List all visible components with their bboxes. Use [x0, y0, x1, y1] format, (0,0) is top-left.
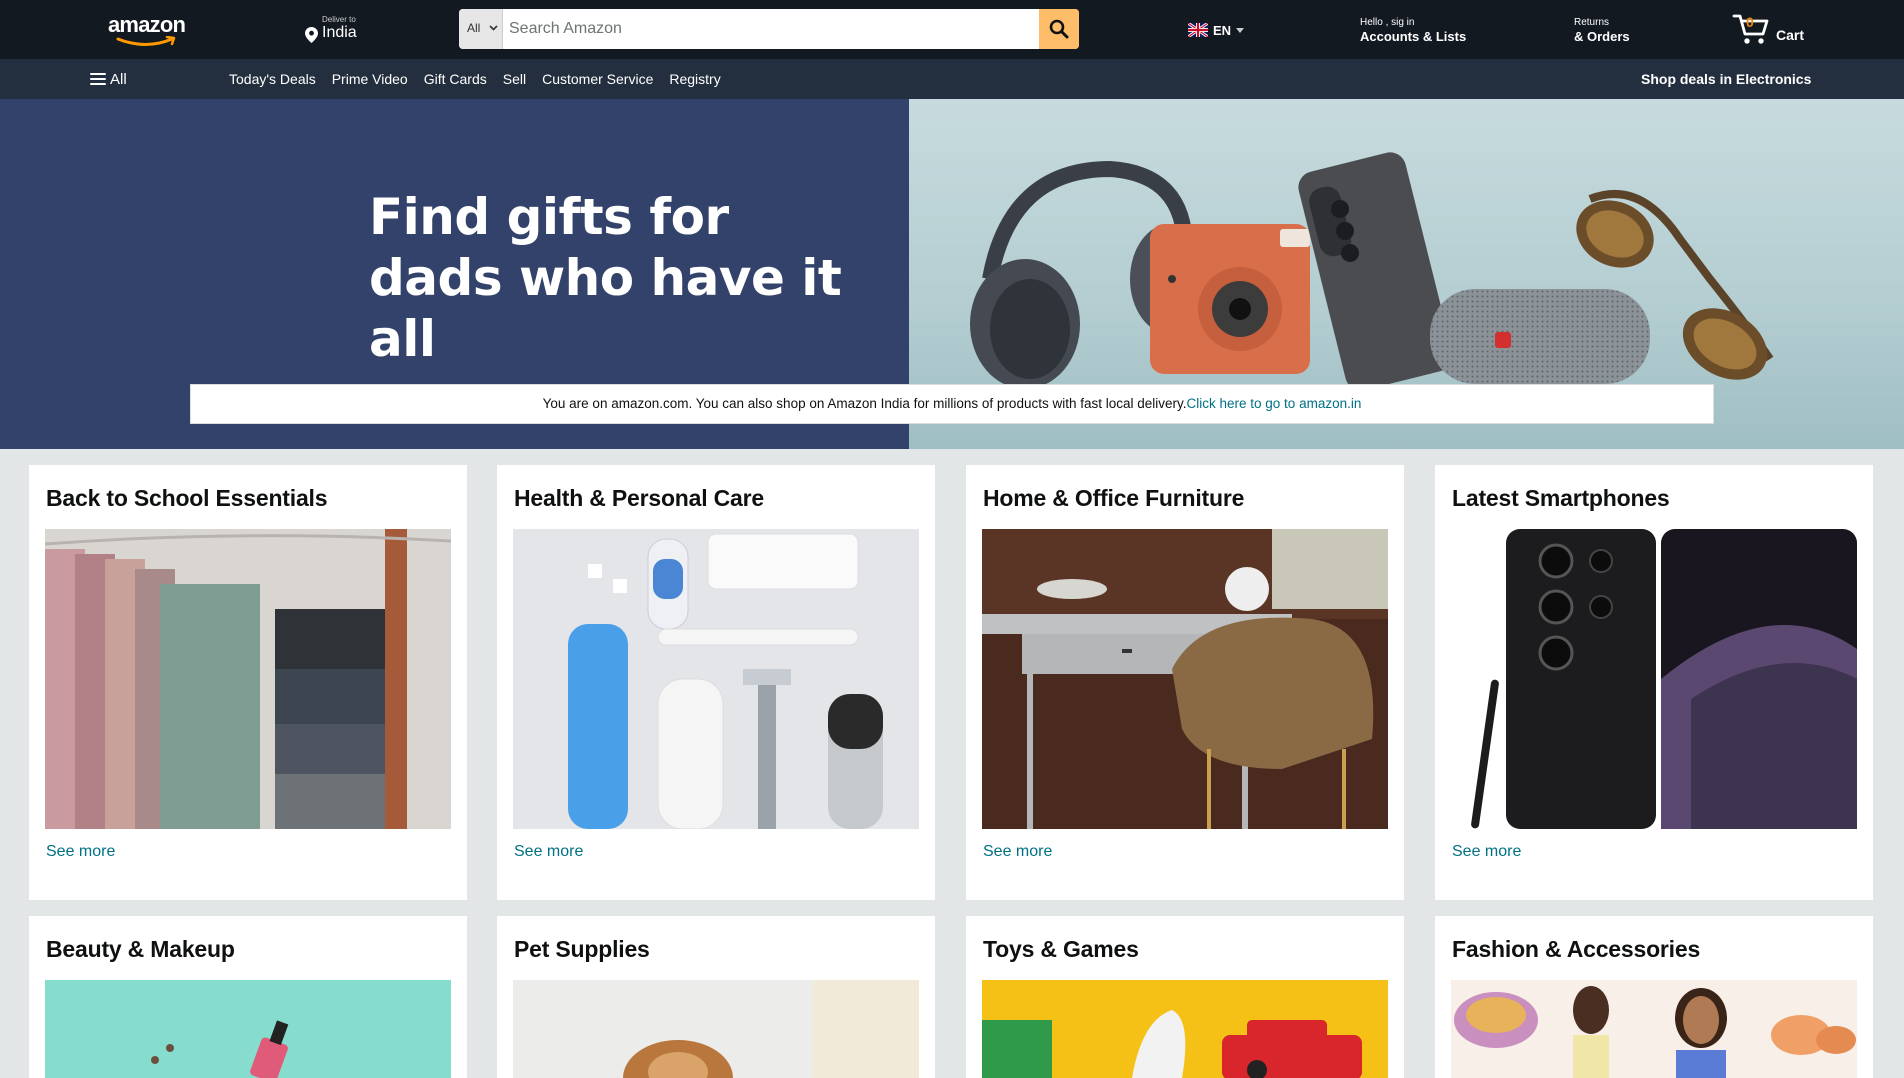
account-lists-menu[interactable]: Hello , sig in Accounts & Lists: [1360, 17, 1466, 45]
account-greeting: Hello , sig in: [1360, 17, 1415, 28]
caret-down-icon: [1236, 27, 1245, 33]
nav-link-todays-deals[interactable]: Today's Deals: [229, 71, 316, 87]
hero-banner[interactable]: Find gifts for dads who have it all You …: [0, 99, 1904, 449]
returns-label: & Orders: [1574, 29, 1630, 44]
amazon-logo[interactable]: amazon: [108, 14, 192, 46]
toiletries-image: [513, 529, 919, 829]
search-icon: [1049, 19, 1069, 39]
card-image-fashion-accessories[interactable]: [1451, 980, 1857, 1078]
language-label: EN: [1213, 22, 1232, 38]
search-category-label: All: [467, 21, 481, 35]
language-selector[interactable]: EN: [1188, 20, 1245, 40]
account-label: Accounts & Lists: [1360, 29, 1467, 44]
card-image-latest-smartphones[interactable]: [1451, 529, 1857, 829]
card-image-pet-supplies[interactable]: [513, 980, 919, 1078]
locale-notice: You are on amazon.com. You can also shop…: [190, 384, 1714, 424]
card-title: Toys & Games: [983, 936, 1139, 962]
smartphone-product-image: [1451, 529, 1857, 829]
search-bar: All: [459, 9, 1079, 49]
chevron-down-icon: [489, 25, 498, 31]
smartphone-image: [1298, 152, 1453, 391]
card-title: Health & Personal Care: [514, 485, 764, 511]
see-more-link[interactable]: See more: [514, 843, 583, 861]
desk-chair-image: [982, 529, 1388, 829]
logo-text: amazon: [108, 12, 186, 37]
hero-title-line1: Find gifts for: [369, 188, 729, 246]
nav-link-registry[interactable]: Registry: [669, 71, 720, 87]
returns-orders-link[interactable]: Returns & Orders: [1574, 17, 1630, 45]
card-health-personal-care: Health & Personal Care See more: [497, 465, 935, 900]
notice-text: You are on amazon.com. You can also shop…: [542, 396, 1187, 411]
instant-camera-image: [1150, 224, 1310, 374]
card-fashion-accessories: Fashion & Accessories: [1435, 916, 1873, 1078]
speaker-image: [1430, 289, 1650, 384]
sub-nav-links: Today's Deals Prime Video Gift Cards Sel…: [229, 71, 721, 87]
card-image-beauty-makeup[interactable]: [45, 980, 451, 1078]
uk-flag-icon: [1188, 23, 1208, 37]
card-home-office-furniture: Home & Office Furniture See more: [966, 465, 1404, 900]
hero-title-line2: dads who have it all: [369, 249, 842, 368]
nav-link-gift-cards[interactable]: Gift Cards: [424, 71, 487, 87]
sub-nav: All Today's Deals Prime Video Gift Cards…: [0, 59, 1904, 99]
card-image-back-to-school[interactable]: [45, 529, 451, 829]
card-title: Pet Supplies: [514, 936, 650, 962]
card-image-home-office-furniture[interactable]: [982, 529, 1388, 829]
card-title: Back to School Essentials: [46, 485, 328, 511]
card-title: Latest Smartphones: [1452, 485, 1670, 511]
nav-link-prime-video[interactable]: Prime Video: [332, 71, 408, 87]
see-more-link[interactable]: See more: [46, 843, 115, 861]
cart-button[interactable]: 0 Cart: [1732, 12, 1832, 48]
hero-title: Find gifts for dads who have it all: [369, 187, 869, 370]
see-more-link[interactable]: See more: [1452, 843, 1521, 861]
deliver-to-label: Deliver to: [322, 15, 356, 24]
search-button[interactable]: [1039, 9, 1079, 49]
cart-label: Cart: [1776, 27, 1805, 43]
nav-link-customer-service[interactable]: Customer Service: [542, 71, 653, 87]
nav-link-sell[interactable]: Sell: [503, 71, 526, 87]
all-menu-label: All: [110, 70, 127, 88]
amazon-in-link[interactable]: Click here to go to amazon.in: [1187, 396, 1362, 411]
cart-count: 0: [1746, 14, 1754, 30]
dog-image: [513, 980, 919, 1078]
card-image-toys-games[interactable]: [982, 980, 1388, 1078]
top-nav: amazon Deliver to India All Search Amazo…: [0, 0, 1904, 59]
returns-small: Returns: [1574, 17, 1610, 28]
card-pet-supplies: Pet Supplies: [497, 916, 935, 1078]
card-image-health-personal-care[interactable]: [513, 529, 919, 829]
card-beauty-makeup: Beauty & Makeup: [29, 916, 467, 1078]
card-toys-games: Toys & Games: [966, 916, 1404, 1078]
see-more-link[interactable]: See more: [983, 843, 1052, 861]
amazon-smile-icon: [116, 36, 176, 46]
deliver-location: India: [322, 24, 357, 41]
search-category-select[interactable]: All: [459, 9, 503, 49]
electronics-deals-link[interactable]: Shop deals in Electronics: [1641, 71, 1811, 87]
card-title: Home & Office Furniture: [983, 485, 1245, 511]
all-menu-button[interactable]: All: [90, 69, 127, 89]
nail-polish-image: [45, 980, 451, 1078]
card-title: Fashion & Accessories: [1452, 936, 1701, 962]
toys-image: [982, 980, 1388, 1078]
search-input[interactable]: [503, 9, 998, 49]
scarves-hanger-image: [45, 529, 451, 829]
hero-products-image: [970, 152, 1774, 391]
card-title: Beauty & Makeup: [46, 936, 235, 962]
location-pin-icon: [305, 27, 318, 43]
hamburger-menu-icon: [90, 73, 106, 85]
card-back-to-school: Back to School Essentials See more: [29, 465, 467, 900]
fashion-models-image: [1451, 980, 1857, 1078]
card-latest-smartphones: Latest Smartphones See more: [1435, 465, 1873, 900]
